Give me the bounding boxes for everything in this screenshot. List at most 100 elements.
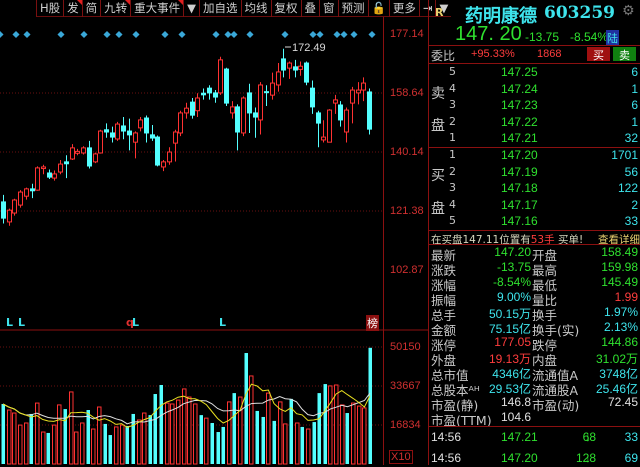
- toolbar-item[interactable]: 加自选: [199, 0, 241, 17]
- order-volume: 33: [624, 214, 638, 229]
- bid-row[interactable]: 4 147.17 2: [429, 198, 640, 214]
- candle-down: [64, 161, 69, 165]
- stat-value: 145.49: [601, 275, 638, 289]
- stat-row: 市盈(静) 146.8 市盈(动) 72.45: [429, 395, 640, 413]
- rank-badge[interactable]: 榜: [366, 315, 379, 331]
- ask-row[interactable]: 1 147.21 32: [429, 131, 640, 147]
- toolbar-item[interactable]: 叠: [300, 0, 320, 17]
- down-arrow-icon: ↓: [585, 430, 591, 444]
- volume-bar-up: [182, 388, 187, 465]
- candle-down: [316, 112, 321, 124]
- volume-bar-up: [176, 399, 181, 465]
- candle-down: [155, 136, 160, 166]
- level-label: 5: [449, 214, 456, 228]
- volume-bar-up: [357, 405, 362, 465]
- candle-down: [30, 188, 35, 192]
- ask-row[interactable]: 2 147.22 1: [429, 115, 640, 131]
- level-label: 3: [449, 98, 456, 112]
- order-price: 147.24: [501, 81, 538, 96]
- high-price-label: 172.49: [292, 42, 326, 54]
- candle-up: [241, 97, 246, 134]
- bid-row[interactable]: 5 147.16 33: [429, 214, 640, 230]
- toolbar-item[interactable]: 九转: [100, 0, 131, 17]
- candle-down: [304, 62, 309, 83]
- event-marker-icon: [316, 30, 324, 39]
- toolbar-item[interactable]: 更多: [388, 0, 419, 17]
- volume-bar-down: [221, 426, 225, 464]
- tick-price: 147.20: [501, 451, 538, 465]
- volume-bar-up: [35, 402, 40, 465]
- order-price: 147.16: [501, 214, 538, 229]
- candle-down: [104, 129, 109, 133]
- stat-value: -13.75: [496, 260, 531, 274]
- candle-up: [230, 106, 235, 114]
- volume-bar-up: [52, 424, 57, 465]
- volume-bar-down: [300, 426, 304, 464]
- price-axis-label: 102.87: [390, 264, 424, 276]
- ask-row[interactable]: 3 147.23 6: [429, 98, 640, 114]
- candle-up: [161, 161, 166, 168]
- toolbar-item[interactable]: 发: [63, 0, 82, 17]
- volume-bar-down: [29, 413, 33, 464]
- gear-icon[interactable]: ⚙: [622, 3, 635, 19]
- toolbar-item[interactable]: 🔓: [367, 0, 389, 17]
- level-label: 1: [449, 131, 456, 145]
- toolbar-item[interactable]: 窗: [319, 0, 338, 17]
- sell-button[interactable]: 卖: [613, 47, 636, 62]
- price-change: -13.75: [525, 30, 560, 44]
- marker[interactable]: L: [6, 316, 13, 329]
- toolbar-item[interactable]: 重大事件: [130, 0, 184, 17]
- level-label: 2: [449, 164, 456, 178]
- volume-bar-down: [153, 394, 157, 464]
- candle-up: [41, 166, 46, 170]
- kline-chart[interactable]: [0, 0, 428, 465]
- toolbar-item[interactable]: 均线: [240, 0, 271, 17]
- candle-up: [52, 173, 57, 179]
- marker[interactable]: L: [18, 316, 25, 329]
- order-price: 147.20: [501, 148, 538, 162]
- volume-bar-down: [232, 393, 236, 464]
- volume-bar-down: [244, 353, 248, 464]
- candle-up: [12, 199, 17, 214]
- bid-row[interactable]: 2 147.19 56: [429, 165, 640, 181]
- order-price: 147.17: [501, 197, 538, 212]
- candle-up: [184, 107, 189, 114]
- volume-bar-down: [125, 426, 129, 464]
- stat-row: 最新 147.20 开盘 158.49: [429, 245, 640, 263]
- event-marker-icon: [309, 30, 317, 39]
- volume-bar-down: [368, 347, 372, 464]
- bid-row[interactable]: 1 147.20 1701: [429, 148, 640, 164]
- bid-row[interactable]: 3 147.18 122: [429, 181, 640, 197]
- order-price: 147.22: [501, 114, 538, 129]
- market-badge: 陆: [606, 30, 619, 46]
- candle-up: [270, 82, 275, 96]
- volume-bar-up: [41, 431, 46, 465]
- stat-value: 146.8: [500, 395, 531, 409]
- toolbar-item[interactable]: H股: [36, 0, 63, 17]
- toolbar-item[interactable]: 复权: [270, 0, 301, 17]
- down-arrow-icon: ↓: [585, 451, 591, 465]
- candle-down: [87, 147, 92, 167]
- ask-row[interactable]: 4 147.24 1: [429, 82, 640, 98]
- volume-bar-down: [103, 423, 107, 464]
- volume-bar-down: [210, 422, 214, 464]
- volume-unit: X10: [389, 450, 413, 464]
- volume-bar-up: [328, 385, 333, 465]
- candle-down: [110, 132, 115, 138]
- buy-button[interactable]: 买: [587, 47, 610, 62]
- marker[interactable]: L: [219, 316, 226, 329]
- marker[interactable]: L: [132, 316, 139, 329]
- toolbar-item[interactable]: 预测: [337, 0, 368, 17]
- ask-row[interactable]: 5 147.25 6: [429, 65, 640, 81]
- order-volume: 1701: [611, 148, 638, 162]
- toolbar-item[interactable]: ▼: [183, 0, 199, 17]
- volume-bar-up: [295, 422, 300, 465]
- candle-down: [47, 172, 52, 178]
- volume-bar-up: [12, 412, 17, 465]
- candle-up: [321, 136, 326, 141]
- candle-down: [1, 201, 6, 219]
- volume-bar-up: [340, 404, 345, 465]
- toolbar-item[interactable]: 简: [81, 0, 101, 17]
- level-label: 5: [449, 65, 456, 78]
- candle-down: [247, 92, 252, 114]
